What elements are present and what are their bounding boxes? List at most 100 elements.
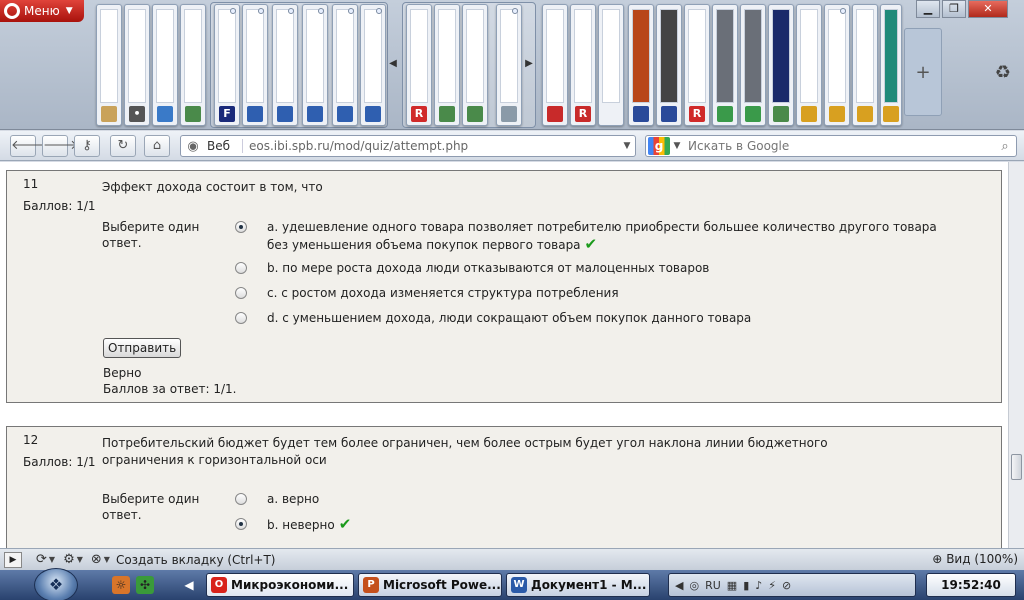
chevron-down-icon[interactable]: ▼ [77, 555, 83, 564]
volume-icon[interactable]: ♪ [755, 579, 762, 592]
radio-selected[interactable] [235, 518, 247, 530]
tab-thumbnail[interactable] [180, 4, 206, 126]
chevron-left-icon[interactable]: ◀ [388, 58, 398, 69]
chevron-down-icon[interactable]: ▼ [670, 141, 684, 151]
chevron-down-icon[interactable]: ▼ [104, 555, 110, 564]
chevron-down-icon[interactable]: ▼ [49, 555, 55, 564]
speed-dial-icon[interactable]: ⊗ [91, 552, 102, 567]
tab-dot-icon [376, 8, 382, 14]
start-button[interactable]: ❖ [34, 568, 78, 600]
tab-dot-icon [258, 8, 264, 14]
tab-thumbnail[interactable]: R [684, 4, 710, 126]
tray-expand-icon[interactable]: ◀ [675, 579, 683, 592]
back-button[interactable]: 🡐 [10, 135, 46, 157]
new-tab-plus-button[interactable]: + [904, 28, 942, 116]
answer-option[interactable]: b. по мере роста дохода люди отказываютс… [235, 260, 955, 277]
quicklaunch-icon[interactable]: ☼ [112, 576, 130, 594]
panel-toggle-icon[interactable]: ▶ [4, 551, 22, 568]
tab-thumbnail[interactable] [96, 4, 122, 126]
turbo-icon[interactable]: ⚙ [63, 552, 75, 567]
close-window-button[interactable]: ✕ [968, 0, 1008, 18]
tab-thumbnail[interactable] [434, 4, 460, 126]
powerpoint-icon: P [363, 577, 379, 593]
new-tab-link[interactable]: Создать вкладку (Ctrl+T) [116, 553, 276, 567]
quicklaunch-expand-icon[interactable]: ◀ [180, 576, 198, 594]
tab-thumbnail[interactable] [462, 4, 488, 126]
tab-thumbnail[interactable] [740, 4, 766, 126]
tab-thumbnail[interactable] [712, 4, 738, 126]
tab-thumbnail[interactable] [796, 4, 822, 126]
tab-thumbnail-active[interactable] [880, 4, 902, 126]
taskbar-button-opera[interactable]: O Микроэкономи... [206, 573, 354, 597]
search-icon[interactable]: ⌕ [994, 139, 1016, 154]
minimize-button[interactable]: ▁ [916, 0, 940, 18]
tab-preview [772, 9, 790, 103]
radio-button[interactable] [235, 262, 247, 274]
zoom-control[interactable]: ⊕ Вид (100%) [932, 552, 1018, 566]
url-text[interactable]: eos.ibi.spb.ru/mod/quiz/attempt.php [243, 139, 619, 153]
sync-icon[interactable]: ⟳ [36, 552, 47, 567]
tab-thumbnail[interactable] [768, 4, 794, 126]
forward-button[interactable]: 🡒 [42, 135, 78, 157]
reload-button[interactable]: ↻ [110, 135, 136, 157]
tab-thumbnail[interactable] [302, 4, 328, 126]
vertical-scrollbar[interactable] [1008, 162, 1024, 548]
answer-option[interactable]: b. неверно ✔ [235, 516, 955, 534]
address-bar[interactable]: ◉ Веб eos.ibi.spb.ru/mod/quiz/attempt.ph… [180, 135, 636, 157]
restore-button[interactable]: ❐ [942, 0, 966, 18]
radio-button[interactable] [235, 287, 247, 299]
home-button[interactable]: ⌂ [144, 135, 170, 157]
tab-thumbnail[interactable]: • [124, 4, 150, 126]
tab-thumbnail[interactable]: F [214, 4, 240, 126]
search-field[interactable]: g ▼ ⌕ [645, 135, 1017, 157]
chevron-right-icon[interactable]: ▶ [524, 58, 534, 69]
tab-dot-icon [512, 8, 518, 14]
warning-icon[interactable]: ⊘ [782, 579, 791, 592]
scrollbar-thumb[interactable] [1011, 454, 1022, 480]
tab-thumbnail[interactable] [272, 4, 298, 126]
tab-preview [632, 9, 650, 103]
tab-thumbnail[interactable]: R [570, 4, 596, 126]
signal-icon[interactable]: ▮ [743, 579, 749, 592]
tab-thumbnail[interactable] [824, 4, 850, 126]
taskbar-button-word[interactable]: W Документ1 - М... [506, 573, 650, 597]
network-icon[interactable]: ▦ [727, 579, 737, 592]
chevron-down-icon[interactable]: ▼ [619, 141, 635, 151]
opera-menu-button[interactable]: Меню ▼ [0, 0, 84, 22]
submit-button[interactable]: Отправить [103, 338, 182, 358]
clock[interactable]: 19:52:40 [926, 573, 1016, 597]
tab-thumbnail[interactable] [152, 4, 178, 126]
key-icon-button[interactable]: ⚷ [74, 135, 100, 157]
taskbar-button-powerpoint[interactable]: P Microsoft Powe... [358, 573, 502, 597]
closed-tabs-trash-icon[interactable]: ♻ [990, 62, 1016, 88]
quicklaunch-icon[interactable]: ✣ [136, 576, 154, 594]
tab-thumbnail[interactable] [598, 4, 624, 126]
tab-thumbnail[interactable] [852, 4, 878, 126]
answer-option[interactable]: d. с уменьшением дохода, люди сокращают … [235, 310, 955, 327]
page-favicon-icon [745, 106, 761, 122]
radio-selected[interactable] [235, 221, 247, 233]
answer-option[interactable]: a. верно [235, 491, 955, 508]
question-grade: Баллов: 1/1 [23, 199, 96, 213]
radio-button[interactable] [235, 312, 247, 324]
tab-thumbnail[interactable]: R [406, 4, 432, 126]
tab-preview [744, 9, 762, 103]
language-indicator[interactable]: RU [705, 579, 721, 592]
answer-option[interactable]: c. с ростом дохода изменяется структура … [235, 285, 955, 302]
radio-button[interactable] [235, 493, 247, 505]
tab-thumbnail[interactable] [496, 4, 522, 126]
tab-preview [602, 9, 620, 103]
tab-thumbnail[interactable] [656, 4, 682, 126]
tab-thumbnail[interactable] [360, 4, 386, 126]
google-icon[interactable]: g [648, 137, 670, 155]
answer-option[interactable]: a. удешевление одного товара позволяет п… [235, 219, 955, 254]
answer-text: c. с ростом дохода изменяется структура … [267, 286, 619, 300]
skype-icon[interactable]: ◎ [689, 579, 699, 592]
tab-thumbnail[interactable] [242, 4, 268, 126]
tab-thumbnail[interactable] [628, 4, 654, 126]
tab-thumbnail[interactable] [542, 4, 568, 126]
power-icon[interactable]: ⚡ [768, 579, 776, 592]
r-favicon-icon: R [575, 106, 591, 122]
search-input[interactable] [684, 139, 994, 153]
tab-thumbnail[interactable] [332, 4, 358, 126]
